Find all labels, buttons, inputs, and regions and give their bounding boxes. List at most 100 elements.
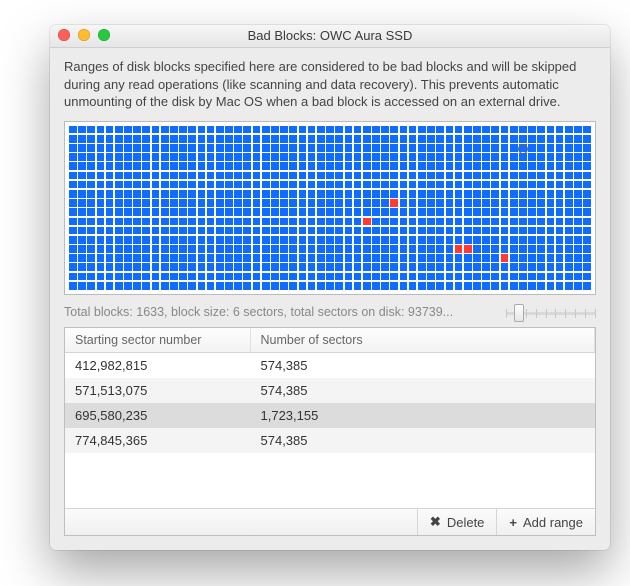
block-cell[interactable]: [299, 227, 307, 235]
block-cell[interactable]: [78, 273, 86, 281]
block-cell[interactable]: [216, 199, 224, 207]
block-cell[interactable]: [409, 273, 417, 281]
block-cell[interactable]: [418, 162, 426, 170]
block-cell[interactable]: [133, 135, 141, 143]
block-cell[interactable]: [262, 126, 270, 134]
block-cell[interactable]: [243, 245, 251, 253]
block-cell[interactable]: [427, 144, 435, 152]
block-cell[interactable]: [198, 218, 206, 226]
block-cell[interactable]: [289, 199, 297, 207]
block-cell[interactable]: [78, 126, 86, 134]
block-cell[interactable]: [170, 181, 178, 189]
block-cell[interactable]: [225, 153, 233, 161]
block-cell[interactable]: [124, 236, 132, 244]
block-cell[interactable]: [78, 181, 86, 189]
block-cell[interactable]: [234, 273, 242, 281]
block-cell[interactable]: [345, 153, 353, 161]
table-body[interactable]: 412,982,815574,385571,513,075574,385695,…: [65, 353, 595, 508]
block-cell[interactable]: [409, 181, 417, 189]
block-cell[interactable]: [243, 153, 251, 161]
block-cell[interactable]: [317, 254, 325, 262]
block-cell[interactable]: [519, 208, 527, 216]
block-cell[interactable]: [446, 282, 454, 290]
block-cell[interactable]: [170, 282, 178, 290]
block-cell[interactable]: [400, 245, 408, 253]
block-cell[interactable]: [262, 162, 270, 170]
block-cell[interactable]: [225, 273, 233, 281]
block-cell[interactable]: [179, 245, 187, 253]
block-cell[interactable]: [152, 126, 160, 134]
block-cell[interactable]: [446, 199, 454, 207]
block-cell[interactable]: [225, 126, 233, 134]
block-cell[interactable]: [455, 227, 463, 235]
block-cell[interactable]: [243, 135, 251, 143]
block-cell[interactable]: [289, 144, 297, 152]
block-cell[interactable]: [179, 227, 187, 235]
block-cell[interactable]: [436, 190, 444, 198]
block-cell[interactable]: [409, 236, 417, 244]
block-cell[interactable]: [335, 282, 343, 290]
block-cell[interactable]: [299, 254, 307, 262]
block-cell[interactable]: [418, 227, 426, 235]
block-cell[interactable]: [262, 153, 270, 161]
block-cell[interactable]: [188, 218, 196, 226]
block-cell[interactable]: [326, 144, 334, 152]
block-cell[interactable]: [436, 236, 444, 244]
block-cell[interactable]: [326, 218, 334, 226]
block-cell[interactable]: [418, 273, 426, 281]
block-cell[interactable]: [78, 162, 86, 170]
block-cell[interactable]: [152, 153, 160, 161]
block-cell[interactable]: [528, 190, 536, 198]
block-cell[interactable]: [115, 153, 123, 161]
block-cell[interactable]: [299, 126, 307, 134]
block-cell[interactable]: [280, 282, 288, 290]
block-cell[interactable]: [87, 190, 95, 198]
block-cell[interactable]: [556, 126, 564, 134]
block-cell[interactable]: [436, 208, 444, 216]
block-cell[interactable]: [528, 172, 536, 180]
block-cell[interactable]: [280, 254, 288, 262]
block-cell[interactable]: [436, 273, 444, 281]
block-cell[interactable]: [501, 199, 509, 207]
block-cell[interactable]: [161, 199, 169, 207]
block-cell[interactable]: [464, 162, 472, 170]
block-cell[interactable]: [170, 273, 178, 281]
block-cell[interactable]: [418, 282, 426, 290]
block-cell[interactable]: [547, 254, 555, 262]
block-cell[interactable]: [519, 254, 527, 262]
block-cell[interactable]: [188, 282, 196, 290]
block-cell[interactable]: [455, 135, 463, 143]
block-cell[interactable]: [455, 144, 463, 152]
block-cell[interactable]: [390, 126, 398, 134]
block-cell[interactable]: [253, 282, 261, 290]
block-cell[interactable]: [289, 218, 297, 226]
block-cell[interactable]: [253, 135, 261, 143]
block-cell[interactable]: [446, 236, 454, 244]
block-cell[interactable]: [106, 190, 114, 198]
block-cell[interactable]: [69, 236, 77, 244]
zoom-icon[interactable]: [98, 29, 110, 41]
block-cell[interactable]: [574, 254, 582, 262]
block-cell[interactable]: [308, 172, 316, 180]
block-cell[interactable]: [501, 236, 509, 244]
block-cell[interactable]: [216, 126, 224, 134]
block-cell[interactable]: [216, 282, 224, 290]
block-cell[interactable]: [78, 263, 86, 271]
block-cell[interactable]: [170, 218, 178, 226]
block-cell[interactable]: [207, 273, 215, 281]
block-cell[interactable]: [464, 199, 472, 207]
block-cell[interactable]: [583, 254, 591, 262]
block-cell[interactable]: [87, 273, 95, 281]
block-cell[interactable]: [519, 181, 527, 189]
block-cell[interactable]: [345, 135, 353, 143]
block-cell[interactable]: [390, 245, 398, 253]
block-cell[interactable]: [152, 190, 160, 198]
block-cell[interactable]: [253, 172, 261, 180]
block-cell[interactable]: [491, 153, 499, 161]
block-cell[interactable]: [69, 199, 77, 207]
block-cell[interactable]: [308, 162, 316, 170]
block-cell[interactable]: [381, 135, 389, 143]
block-cell[interactable]: [253, 153, 261, 161]
block-cell[interactable]: [528, 245, 536, 253]
block-cell[interactable]: [234, 208, 242, 216]
